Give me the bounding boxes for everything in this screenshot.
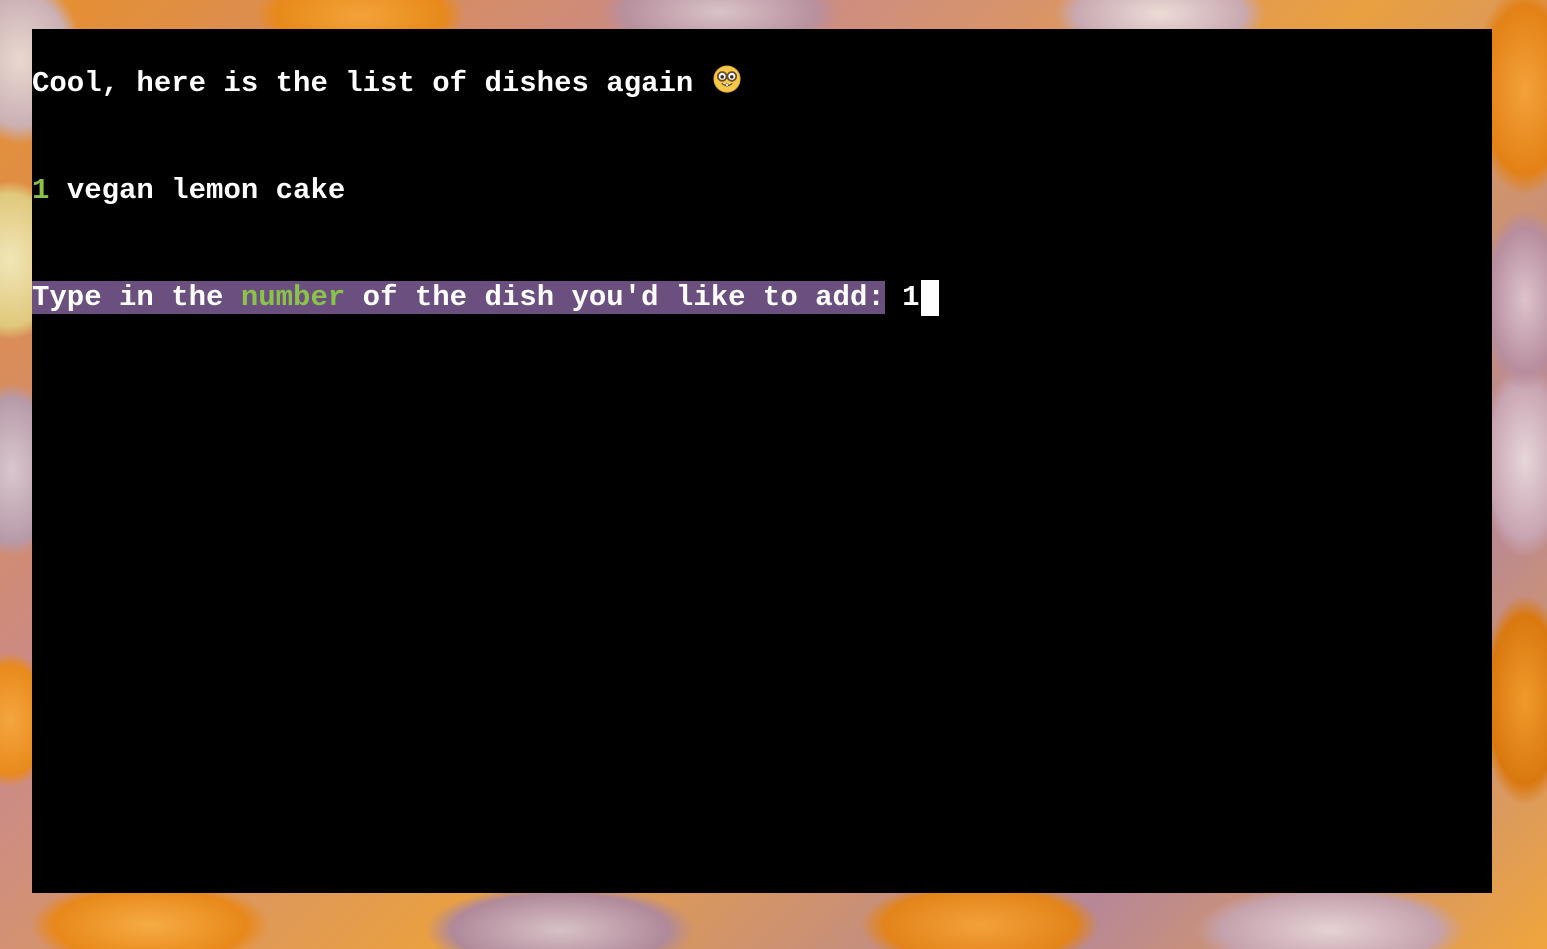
- dish-number: 1: [32, 174, 50, 207]
- dish-number-input[interactable]: 1: [902, 281, 919, 314]
- prompt-selection: Type in the number of the dish you'd lik…: [32, 281, 885, 314]
- terminal-window[interactable]: Cool, here is the list of dishes again 1…: [32, 29, 1492, 893]
- dishes-list-heading: Cool, here is the list of dishes again: [32, 65, 741, 102]
- prompt-highlight-word: number: [240, 281, 346, 314]
- heading-text: Cool, here is the list of dishes again: [32, 67, 694, 100]
- prompt-text-end: of the dish you'd like to add:: [345, 281, 885, 314]
- dish-number-prompt[interactable]: Type in the number of the dish you'd lik…: [32, 280, 939, 316]
- dish-name: vegan lemon cake: [66, 174, 346, 207]
- text-cursor: [920, 280, 939, 316]
- prompt-text-start: Type in the: [32, 281, 241, 314]
- dish-list-item: 1 vegan lemon cake: [32, 173, 345, 209]
- nerd-face-icon: [713, 65, 741, 93]
